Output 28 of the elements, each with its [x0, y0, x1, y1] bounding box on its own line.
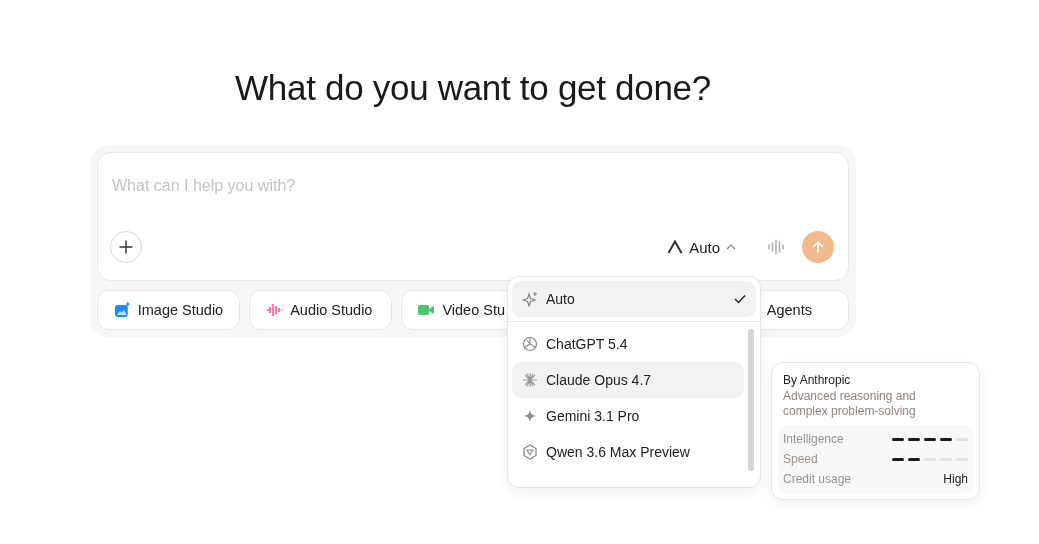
model-option[interactable]: Claude Opus 4.7 [512, 362, 744, 398]
stat-label: Speed [783, 452, 818, 466]
model-option[interactable]: Gemini 3.1 Pro [512, 398, 744, 434]
plus-icon [119, 240, 133, 254]
stat-label: Intelligence [783, 432, 844, 446]
arrow-up-icon [812, 241, 824, 253]
page-heading: What do you want to get done? [234, 67, 712, 108]
model-description: Advanced reasoning and complex problem-solving [782, 388, 917, 420]
studio-chip[interactable]: Audio Studio [249, 290, 393, 330]
caret-logo-icon [667, 240, 684, 254]
image-icon [114, 302, 130, 318]
prompt-field[interactable]: What can I help you with? [112, 177, 612, 195]
studio-chip[interactable]: Image Studio [97, 290, 241, 330]
chevron-up-icon [726, 244, 736, 250]
video-camera-icon [418, 302, 435, 318]
sparkle-icon [522, 291, 538, 307]
waveform-icon [266, 302, 283, 318]
stat-value: High [943, 472, 968, 486]
stat-label: Credit usage [783, 472, 852, 486]
attach-button[interactable] [110, 231, 142, 263]
model-selector[interactable]: Auto [667, 238, 736, 256]
model-option[interactable]: Auto [512, 281, 756, 317]
starburst-icon [522, 372, 538, 388]
send-button[interactable] [802, 231, 834, 263]
waveform-icon [768, 239, 786, 255]
scrollbar-thumb[interactable] [748, 329, 754, 471]
model-option[interactable]: Qwen 3.6 Max Preview [512, 434, 744, 470]
model-provider: By Anthropic [782, 373, 852, 387]
